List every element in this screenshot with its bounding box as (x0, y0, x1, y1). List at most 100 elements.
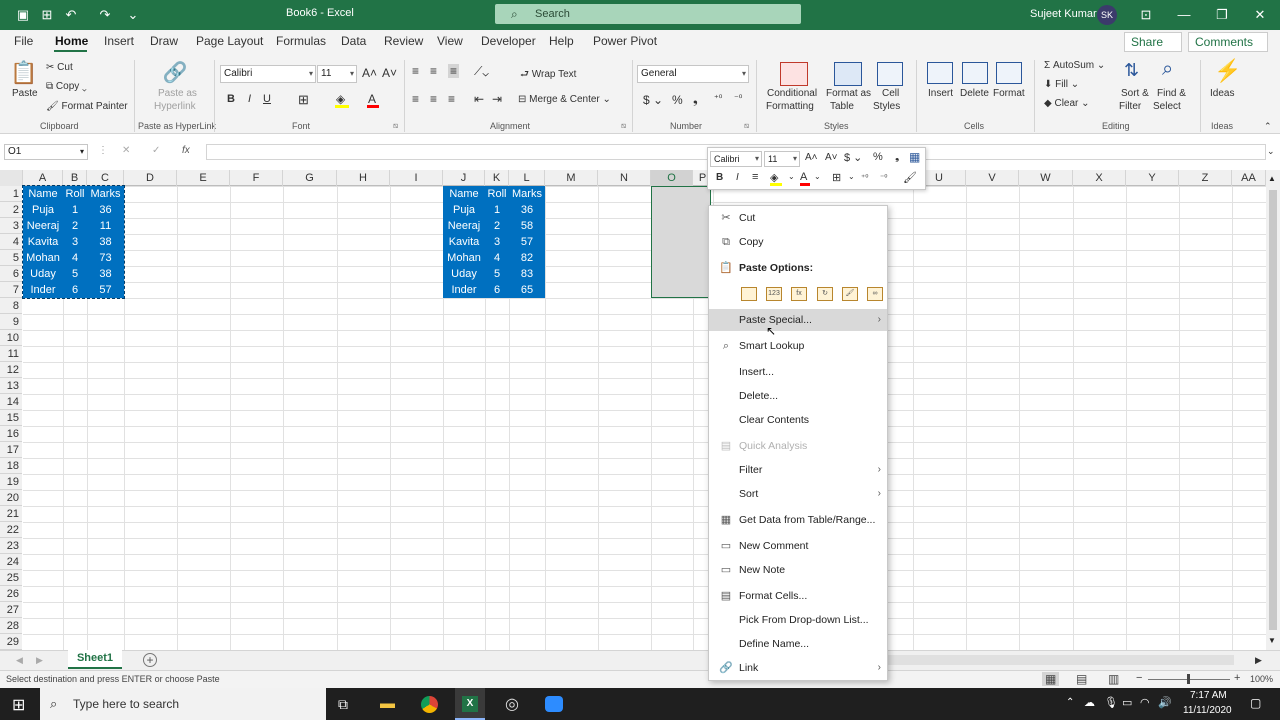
cell-styles-icon[interactable] (877, 62, 903, 86)
table-cell[interactable]: 58 (509, 218, 545, 234)
table-cell[interactable]: Uday (443, 266, 485, 282)
bold-button[interactable]: B (227, 93, 235, 105)
scroll-right-icon[interactable]: ▶ (1255, 655, 1262, 666)
tab-view[interactable]: View (437, 34, 463, 48)
app-icon[interactable]: ◎ (505, 694, 519, 714)
percent-icon[interactable]: % (873, 151, 883, 163)
expand-formula-icon[interactable]: ⌄ (1267, 146, 1275, 157)
mini-borders-icon[interactable]: ⊞ (832, 171, 841, 184)
table-cell[interactable]: 3 (63, 234, 87, 250)
row-header[interactable]: 12 (0, 362, 22, 378)
increase-indent-icon[interactable]: ⇥ (492, 92, 502, 106)
row-header[interactable]: 4 (0, 234, 22, 250)
chevron-down-icon[interactable]: ⌄ (788, 172, 795, 181)
orientation-icon[interactable]: ⟋⌄ (474, 64, 489, 79)
zoom-slider-thumb[interactable] (1187, 674, 1190, 684)
ideas-icon[interactable]: ⚡ (1214, 58, 1241, 84)
clock-time[interactable]: 7:17 AM (1190, 690, 1227, 701)
clock-date[interactable]: 11/11/2020 (1183, 705, 1232, 716)
column-header[interactable]: G (283, 170, 337, 186)
enter-formula-icon[interactable]: ✓ (152, 145, 160, 156)
align-bottom-icon[interactable]: ≡ (448, 64, 460, 78)
column-header[interactable]: Z (1179, 170, 1232, 186)
shrink-font-icon[interactable]: A˅ (825, 152, 838, 163)
comments-button[interactable]: Comments (1188, 32, 1268, 52)
merge-center-button[interactable]: ⊟ Merge & Center ⌄ (518, 94, 611, 105)
chrome-icon[interactable] (421, 696, 438, 713)
windows-start-icon[interactable]: ⊞ (12, 695, 25, 715)
conditional-formatting-line2[interactable]: Formatting (766, 101, 814, 112)
table-header-cell[interactable]: Marks (87, 186, 124, 202)
table-cell[interactable]: Mohan (443, 250, 485, 266)
menu-item-clear-contents[interactable]: Clear Contents (709, 409, 887, 431)
ideas-label[interactable]: Ideas (1210, 88, 1234, 99)
percent-icon[interactable]: % (672, 93, 683, 107)
scroll-up-icon[interactable]: ▲ (1268, 174, 1276, 183)
battery-icon[interactable]: ▭ (1122, 696, 1132, 709)
find-select-icon[interactable]: ⌕ (1162, 58, 1173, 81)
sheet-tab-sheet1[interactable]: Sheet1 (68, 650, 122, 669)
column-header[interactable]: A (23, 170, 63, 186)
column-header[interactable]: V (966, 170, 1019, 186)
paste-icon[interactable]: 📋 (10, 60, 37, 88)
currency-icon[interactable]: $ ⌄ (844, 151, 862, 164)
format-as-table-line1[interactable]: Format as (826, 88, 871, 99)
undo-icon[interactable]: ↶ (62, 6, 80, 24)
table-cell[interactable]: 83 (509, 266, 545, 282)
row-header[interactable]: 5 (0, 250, 22, 266)
conditional-formatting-icon[interactable] (780, 62, 808, 86)
column-header[interactable]: I (390, 170, 443, 186)
paste-transpose-icon[interactable]: ↻ (817, 287, 833, 301)
row-header[interactable]: 21 (0, 506, 22, 522)
paste-icon[interactable] (741, 287, 757, 301)
table-header-cell[interactable]: Marks (509, 186, 545, 202)
table-cell[interactable]: 2 (485, 218, 509, 234)
format-painter-button[interactable]: 🖌 Format Painter (46, 101, 128, 112)
minimize-icon[interactable]: — (1165, 0, 1203, 30)
wifi-icon[interactable]: ◠ (1140, 696, 1150, 709)
table-cell[interactable]: Puja (23, 202, 63, 218)
table-cell[interactable]: Kavita (443, 234, 485, 250)
table-cell[interactable]: 1 (485, 202, 509, 218)
microphone-icon[interactable]: 🎙 (1104, 696, 1118, 709)
row-header[interactable]: 6 (0, 266, 22, 282)
format-as-table-icon[interactable] (834, 62, 862, 86)
row-header[interactable]: 2 (0, 202, 22, 218)
share-button[interactable]: Share (1124, 32, 1182, 52)
table-cell[interactable]: Kavita (23, 234, 63, 250)
decrease-decimal-icon[interactable]: ⁻⁰ (880, 173, 887, 182)
menu-item-smart-lookup[interactable]: ⌕ Smart Lookup (709, 335, 887, 357)
clear-button[interactable]: ◆ Clear ⌄ (1044, 98, 1090, 109)
row-header[interactable]: 29 (0, 634, 22, 650)
table-cell[interactable]: 65 (509, 282, 545, 298)
onedrive-icon[interactable]: ☁ (1084, 696, 1095, 709)
row-header[interactable]: 17 (0, 442, 22, 458)
menu-item-pick-list[interactable]: Pick From Drop-down List... (709, 609, 887, 631)
column-header[interactable]: Y (1126, 170, 1179, 186)
mini-align-icon[interactable]: ≡ (752, 171, 758, 183)
format-painter-icon[interactable]: 🖌 (903, 171, 917, 184)
dialog-launcher-icon[interactable]: ⧅ (744, 121, 749, 131)
table-header-cell[interactable]: Name (23, 186, 63, 202)
row-header[interactable]: 9 (0, 314, 22, 330)
table-cell[interactable]: 11 (87, 218, 124, 234)
table-cell[interactable]: Inder (443, 282, 485, 298)
menu-item-new-comment[interactable]: ▭ New Comment (709, 535, 887, 557)
close-icon[interactable]: ✕ (1241, 0, 1279, 30)
font-color-icon[interactable]: A (368, 92, 376, 106)
name-box[interactable]: O1 ▾ (4, 144, 88, 160)
next-sheet-icon[interactable]: ▶ (36, 655, 43, 666)
table-cell[interactable]: 4 (485, 250, 509, 266)
add-sheet-button[interactable]: + (143, 653, 157, 667)
menu-item-sort[interactable]: Sort › (709, 483, 887, 505)
sort-filter-line1[interactable]: Sort & (1121, 88, 1149, 99)
customize-qat-icon[interactable]: ⌄ (124, 6, 142, 24)
zoom-app-icon[interactable] (545, 696, 563, 712)
chevron-down-icon[interactable]: ⌄ (814, 172, 821, 181)
insert-cells-label[interactable]: Insert (928, 88, 953, 99)
format-table-icon[interactable]: ▦ (909, 150, 920, 164)
decrease-indent-icon[interactable]: ⇤ (474, 92, 484, 106)
column-header[interactable]: D (124, 170, 177, 186)
table-cell[interactable]: 5 (485, 266, 509, 282)
table-cell[interactable]: Puja (443, 202, 485, 218)
